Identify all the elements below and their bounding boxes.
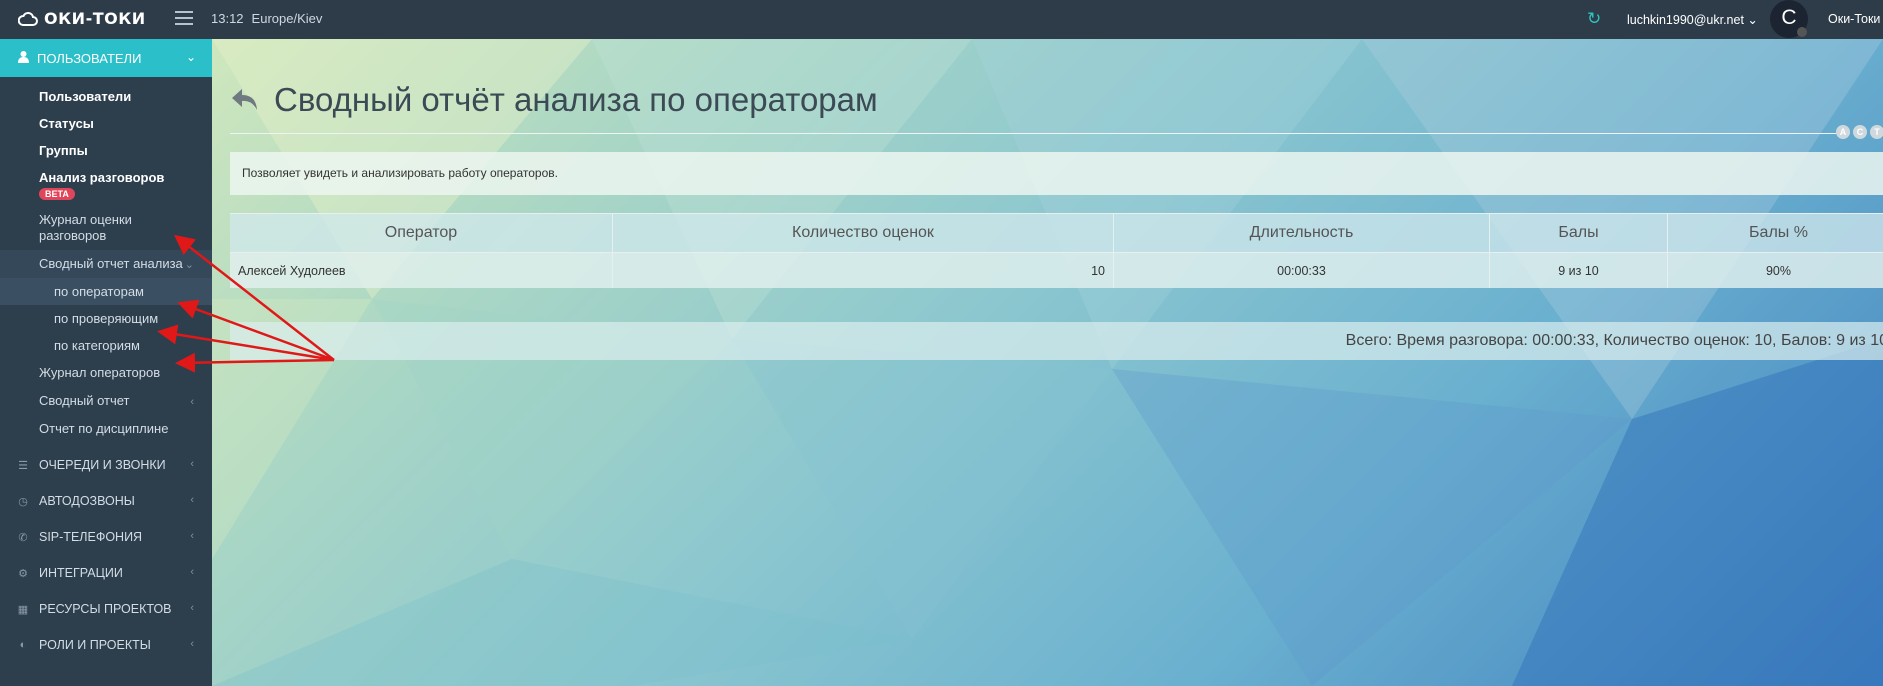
phone-icon: ✆ [18,531,28,544]
list-icon: ☰ [18,459,28,472]
table-header-row: Оператор Количество оценок Длительность … [230,213,1883,253]
back-arrow-icon[interactable] [230,86,260,114]
cell-count: 10 [612,252,1114,288]
report-table: Оператор Количество оценок Длительность … [230,213,1883,288]
sidebar-item-discipline-report[interactable]: Отчет по дисциплине [0,415,212,443]
sidebar-item-integrations[interactable]: ⚙ ИНТЕГРАЦИИ ‹ [0,555,212,591]
sidebar-item-queues[interactable]: ☰ ОЧЕРЕДИ И ЗВОНКИ ‹ [0,447,212,483]
description-box: Позволяет увидеть и анализировать работу… [230,152,1883,195]
main-content: Сводный отчёт анализа по операторам A C … [212,39,1883,686]
status-dot-icon [1797,27,1807,37]
sidebar-item-autodial[interactable]: ◷ АВТОДОЗВОНЫ ‹ [0,483,212,519]
user-menu[interactable]: luchkin1990@ukr.net ⌄ [1627,12,1758,27]
background-pattern [212,39,1883,686]
table-row[interactable]: Алексей Худолеев 10 00:00:33 9 из 10 90% [230,252,1883,288]
circle-buttons: A C T [1836,125,1883,139]
chevron-left-icon: ‹ [190,458,194,470]
current-time: 13:12 [211,11,244,26]
sidebar-item-by-reviewers[interactable]: по проверяющим [0,305,212,332]
chevron-left-icon: ‹ [190,638,194,650]
sidebar-section-title: ПОЛЬЗОВАТЕЛИ [37,50,142,66]
cell-operator: Алексей Худолеев [230,252,613,288]
chevron-left-icon: ‹ [190,530,194,542]
chevron-down-icon: ⌄ [1747,13,1758,27]
cell-points: 9 из 10 [1489,252,1668,288]
chevron-left-icon: ‹ [190,566,194,578]
refresh-icon[interactable]: ↻ [1587,9,1601,29]
sidebar-item-by-categories[interactable]: по категориям [0,332,212,359]
sidebar-item-statuses[interactable]: Статусы [0,110,212,137]
sidebar-item-label: Журнал оценки разговоров [39,212,132,243]
column-header-operator[interactable]: Оператор [230,213,613,253]
sidebar-item-label: Анализ разговоров [39,170,165,185]
page-header: Сводный отчёт анализа по операторам [230,81,878,119]
timezone: Europe/Kiev [251,11,323,26]
cloud-icon [18,11,38,26]
sidebar-item-label: РЕСУРСЫ ПРОЕКТОВ [39,602,172,616]
menu-toggle-icon[interactable] [175,11,193,25]
clock-icon: ◷ [18,495,28,508]
sidebar-item-resources[interactable]: ▦ РЕСУРСЫ ПРОЕКТОВ ‹ [0,591,212,627]
sidebar-item-label: ИНТЕГРАЦИИ [39,566,123,580]
circle-button-t[interactable]: T [1870,125,1883,139]
column-header-count[interactable]: Количество оценок [612,213,1114,253]
sidebar-item-summary-report[interactable]: Сводный отчет ‹ [0,387,212,415]
sidebar-item-label: по операторам [54,284,144,299]
beta-badge: BETA [39,188,75,200]
sidebar-item-call-analysis[interactable]: Анализ разговоров BETA [0,164,212,206]
total-text: Всего: Время разговора: 00:00:33, Количе… [1345,332,1883,349]
company-name[interactable]: Оки-Токи [1828,12,1880,26]
page-title: Сводный отчёт анализа по операторам [274,81,878,118]
circle-button-a[interactable]: A [1836,125,1850,139]
sidebar-item-summary-analysis[interactable]: Сводный отчет анализа ⌄ [0,250,212,278]
sidebar-item-sip[interactable]: ✆ SIP-ТЕЛЕФОНИЯ ‹ [0,519,212,555]
chevron-down-icon: ⌄ [185,50,196,64]
sidebar: ПОЛЬЗОВАТЕЛИ ⌄ Пользователи Статусы Груп… [0,39,212,686]
sidebar-item-label: Журнал операторов [39,365,161,380]
chevron-left-icon: ‹ [190,602,194,614]
sidebar-section-users[interactable]: ПОЛЬЗОВАТЕЛИ ⌄ [0,39,212,77]
sidebar-item-label: Группы [39,143,88,158]
sidebar-item-roles[interactable]: ◐ РОЛИ И ПРОЕКТЫ ‹ [0,627,212,663]
sidebar-item-label: по категориям [54,338,140,353]
user-email: luchkin1990@ukr.net [1627,13,1744,27]
chevron-down-icon: ⌄ [184,259,194,271]
table-total-row: Всего: Время разговора: 00:00:33, Количе… [230,322,1883,360]
sidebar-item-label: по проверяющим [54,311,159,326]
gears-icon: ⚙ [18,567,28,580]
sidebar-item-label: АВТОДОЗВОНЫ [39,494,135,508]
sidebar-item-label: Статусы [39,116,94,131]
cell-duration: 00:00:33 [1113,252,1490,288]
user-icon [18,50,29,66]
header-divider [230,133,1850,134]
cell-points-percent: 90% [1667,252,1883,288]
description-text: Позволяет увидеть и анализировать работу… [242,166,558,180]
sidebar-item-label: Отчет по дисциплине [39,421,169,436]
avatar-letter: C [1781,6,1797,29]
top-bar: ОКИ-ТОКИ 13:12 Europe/Kiev ↻ luchkin1990@… [0,0,1883,39]
grid-icon: ▦ [17,603,29,616]
brand-name: ОКИ-ТОКИ [44,9,146,28]
sidebar-item-label: Сводный отчет анализа [39,256,183,271]
sidebar-item-groups[interactable]: Группы [0,137,212,164]
sidebar-item-users[interactable]: Пользователи [0,83,212,110]
sidebar-item-label: РОЛИ И ПРОЕКТЫ [39,638,151,652]
chevron-left-icon: ‹ [190,396,194,408]
chevron-left-icon: ‹ [190,494,194,506]
brand-logo[interactable]: ОКИ-ТОКИ [18,9,146,28]
column-header-points[interactable]: Балы [1489,213,1668,253]
column-header-duration[interactable]: Длительность [1113,213,1490,253]
sidebar-item-label: ОЧЕРЕДИ И ЗВОНКИ [39,458,166,472]
column-header-points-percent[interactable]: Балы % [1667,213,1883,253]
circle-button-c[interactable]: C [1853,125,1867,139]
toggle-icon: ◐ [19,639,27,651]
avatar[interactable]: C [1770,0,1808,38]
sidebar-item-label: Пользователи [39,89,132,104]
sidebar-item-operators-log[interactable]: Журнал операторов [0,359,212,387]
sidebar-item-by-operators[interactable]: по операторам [0,278,212,305]
sidebar-item-label: SIP-ТЕЛЕФОНИЯ [39,530,143,544]
clock: 13:12 Europe/Kiev [211,11,322,26]
sidebar-item-evaluation-log[interactable]: Журнал оценки разговоров [0,206,212,250]
sidebar-item-label: Сводный отчет [39,393,130,408]
